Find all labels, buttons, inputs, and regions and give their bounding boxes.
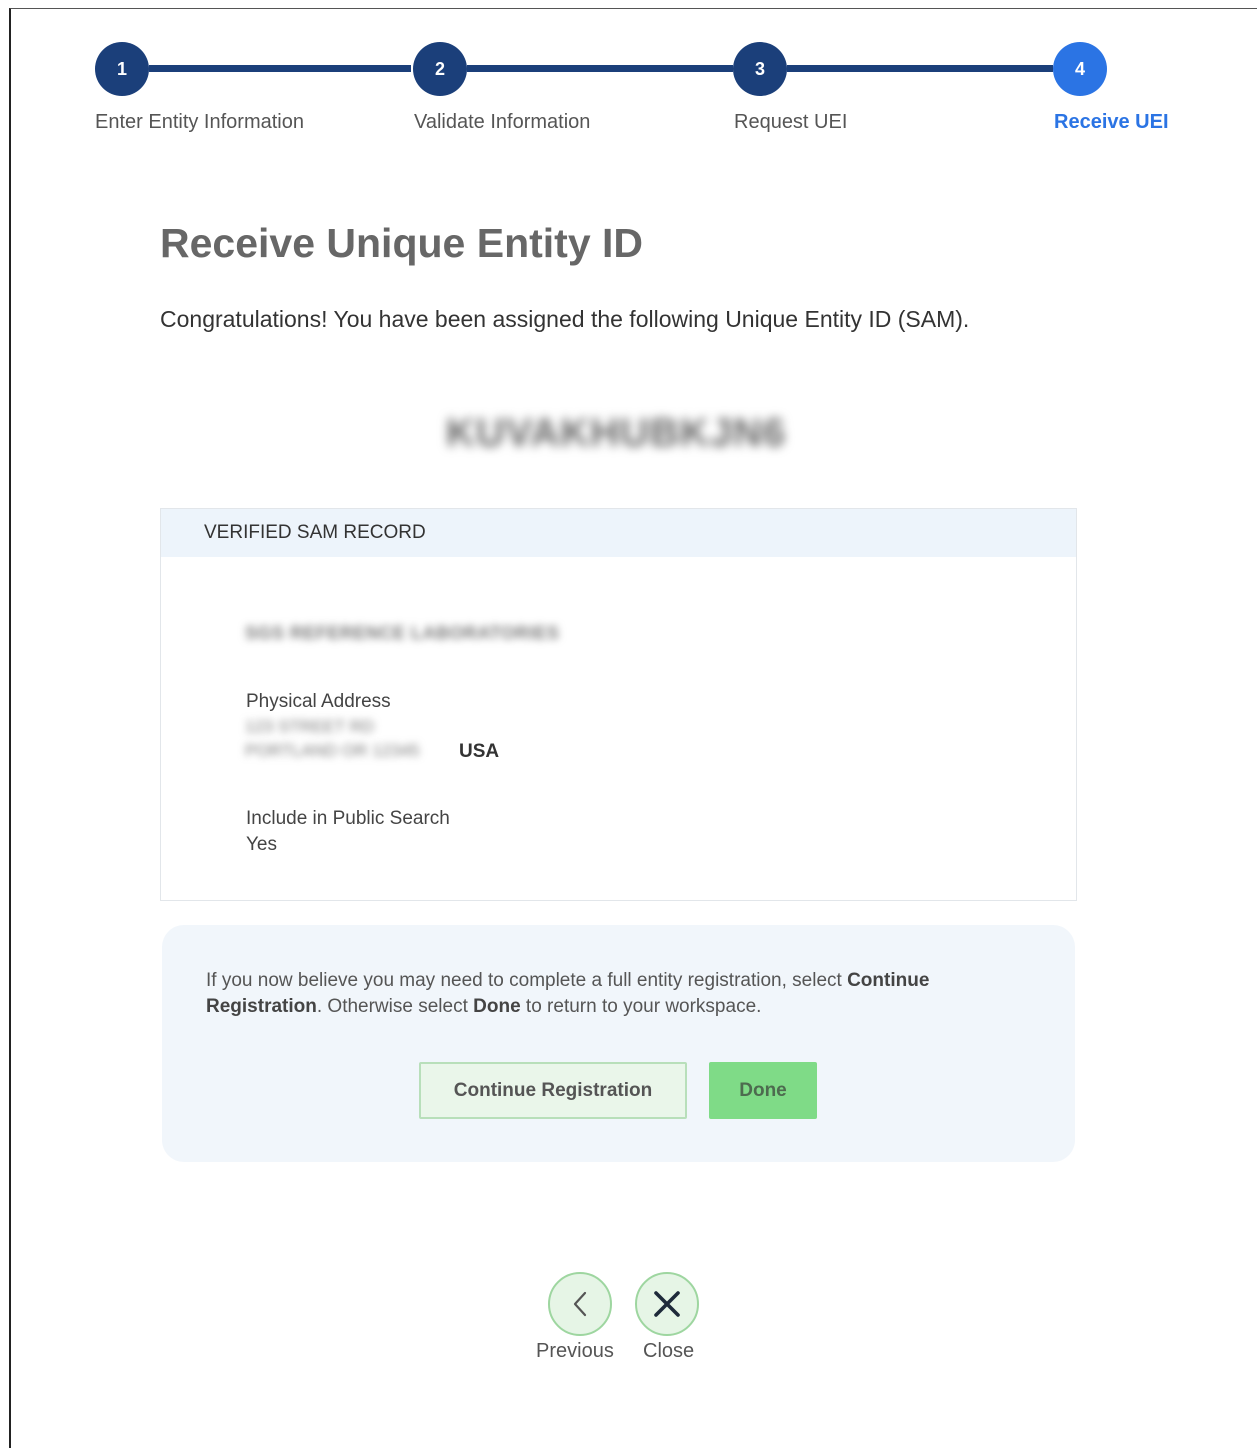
step-3-circle: 3 <box>733 42 787 96</box>
uei-value: KUVAKHUBKJN6 <box>445 411 787 455</box>
step-2-label: Validate Information <box>414 111 591 133</box>
address-country: USA <box>459 741 500 762</box>
congrats-message: Congratulations! You have been assigned … <box>160 306 970 332</box>
step-connector-3-4 <box>787 65 1053 72</box>
public-search-value: Yes <box>246 834 277 855</box>
previous-label[interactable]: Previous <box>536 1340 614 1363</box>
step-2-circle: 2 <box>413 42 467 96</box>
entity-name: SGS REFERENCE LABORATORIES <box>245 623 560 643</box>
info-text-part-1: If you now believe you may need to compl… <box>206 970 848 991</box>
continue-registration-button[interactable]: Continue Registration <box>419 1062 687 1119</box>
info-text-part-2: . Otherwise select <box>316 996 474 1017</box>
step-1-label: Enter Entity Information <box>95 111 304 133</box>
close-button[interactable] <box>635 1272 699 1336</box>
record-header: VERIFIED SAM RECORD <box>161 509 1076 557</box>
info-text-part-3: to return to your workspace. <box>520 996 762 1017</box>
step-4-circle: 4 <box>1053 42 1107 96</box>
address-line-2: PORTLAND OR 12345 <box>245 741 420 760</box>
chevron-left-icon <box>573 1291 587 1317</box>
public-search-label: Include in Public Search <box>246 808 450 829</box>
step-1-circle: 1 <box>95 42 149 96</box>
next-steps-panel: If you now believe you may need to compl… <box>162 925 1075 1162</box>
address-line-1: 123 STREET RD <box>245 717 375 736</box>
step-3-label: Request UEI <box>734 111 848 133</box>
done-button[interactable]: Done <box>709 1062 817 1119</box>
verified-record-card: VERIFIED SAM RECORD SGS REFERENCE LABORA… <box>160 508 1077 901</box>
page-title: Receive Unique Entity ID <box>160 220 644 266</box>
step-4-label: Receive UEI <box>1054 111 1169 133</box>
physical-address-label: Physical Address <box>246 691 391 712</box>
close-icon <box>654 1291 680 1317</box>
step-connector-1-2 <box>149 65 411 72</box>
info-done-emphasis: Done <box>473 996 521 1017</box>
previous-button[interactable] <box>548 1272 612 1336</box>
step-connector-2-3 <box>467 65 733 72</box>
close-label[interactable]: Close <box>643 1340 694 1363</box>
next-steps-text: If you now believe you may need to compl… <box>206 968 1036 1020</box>
